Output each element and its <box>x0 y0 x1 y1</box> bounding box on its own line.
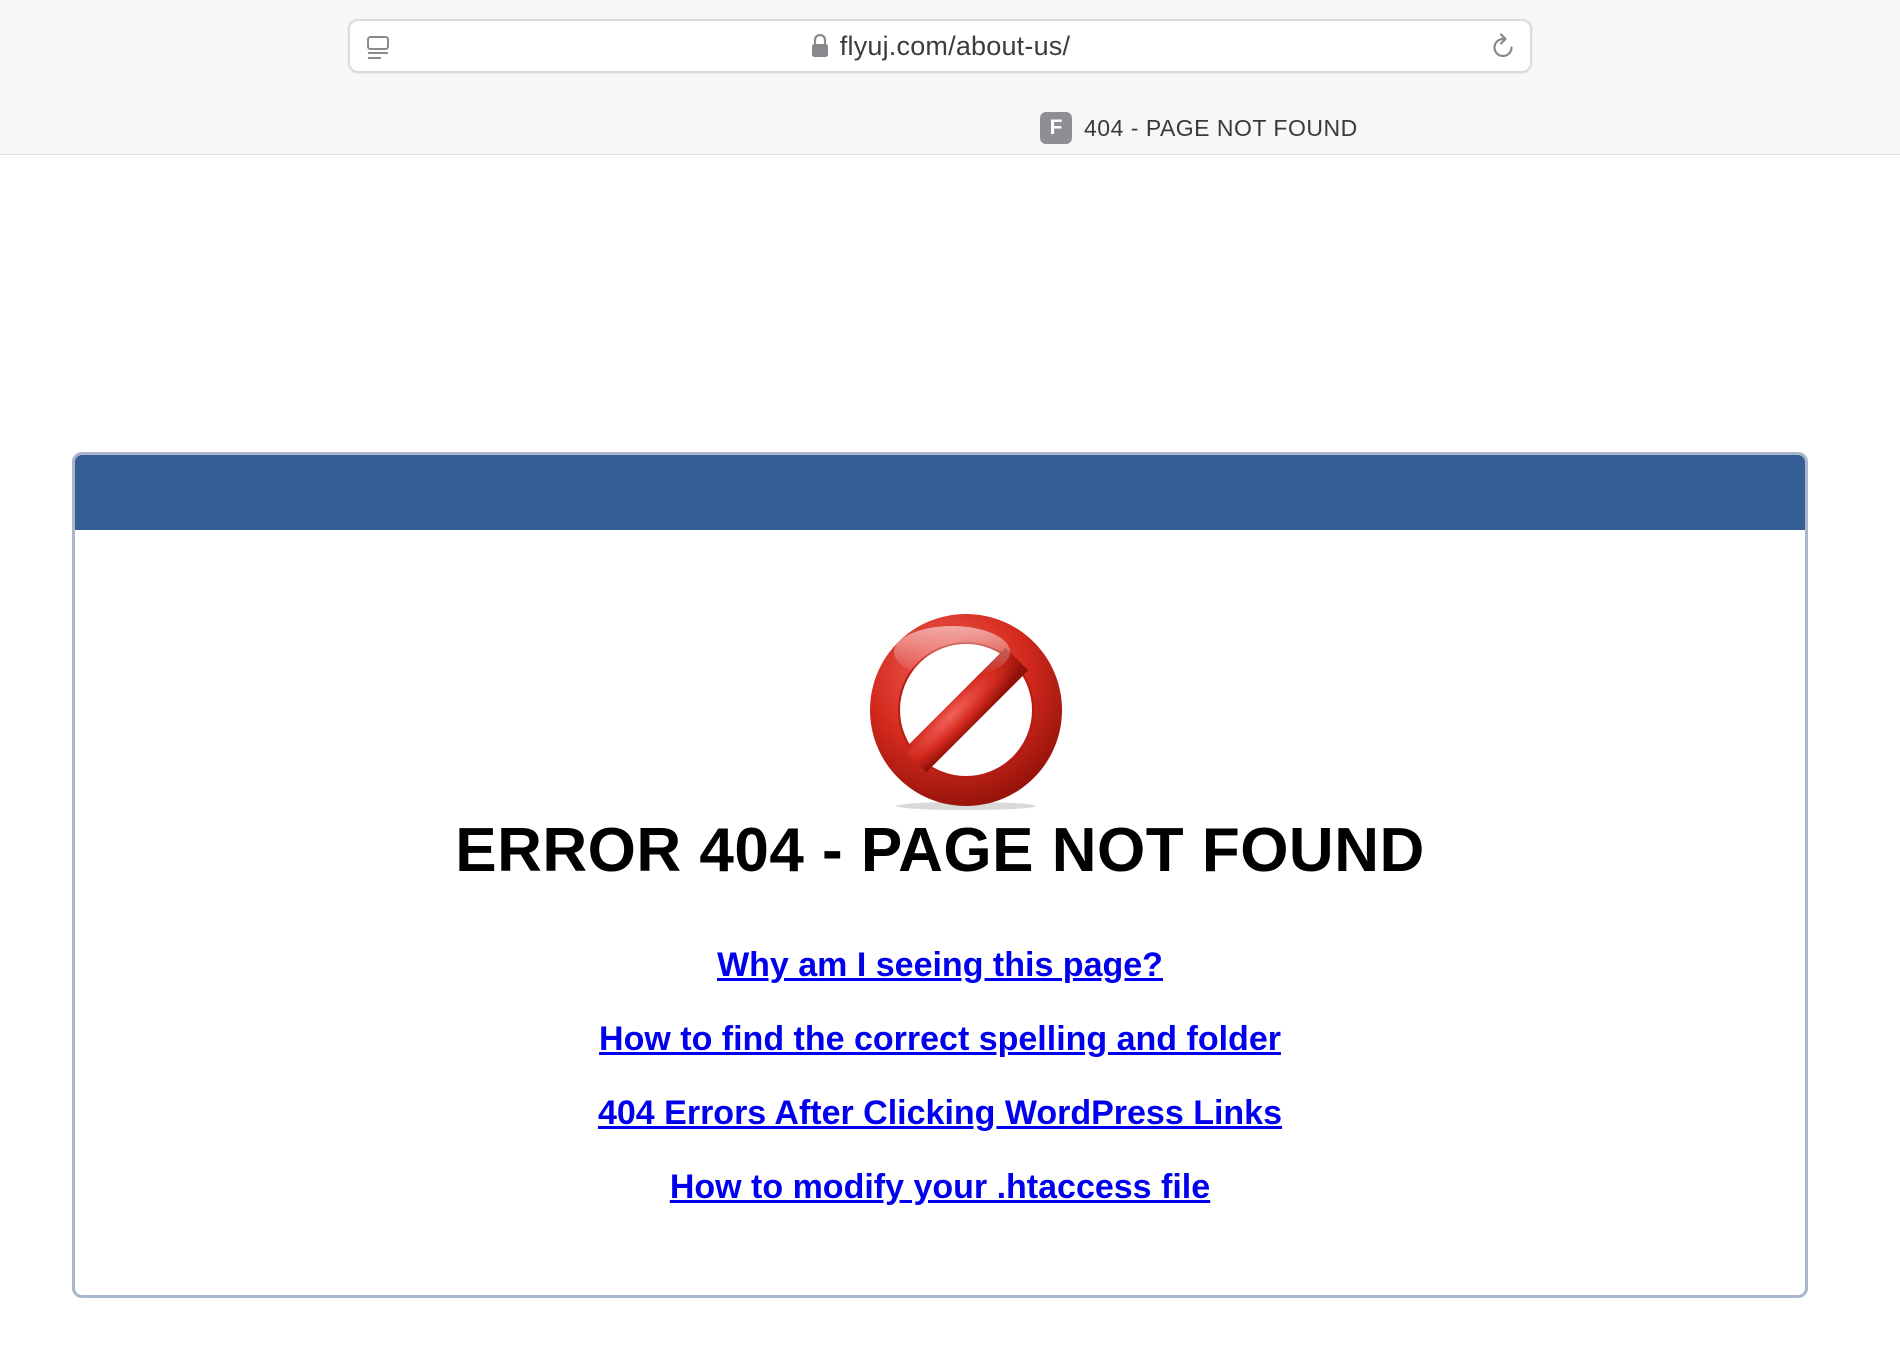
address-bar[interactable]: flyuj.com/about-us/ <box>348 19 1532 73</box>
no-entry-icon <box>870 614 1062 810</box>
error-panel: ERROR 404 - PAGE NOT FOUND Why am I seei… <box>72 452 1808 1298</box>
error-title: ERROR 404 - PAGE NOT FOUND <box>455 816 1425 885</box>
url-text[interactable]: flyuj.com/about-us/ <box>840 31 1070 62</box>
link-wordpress-404-errors[interactable]: 404 Errors After Clicking WordPress Link… <box>75 1093 1805 1133</box>
reload-icon[interactable] <box>1488 32 1518 62</box>
tab-title: 404 - PAGE NOT FOUND <box>1084 114 1358 141</box>
favicon: F <box>1040 112 1072 144</box>
browser-toolbar: flyuj.com/about-us/ F 404 - PAGE NOT FOU… <box>0 0 1900 155</box>
panel-header-bar <box>75 455 1805 530</box>
link-why-seeing-page[interactable]: Why am I seeing this page? <box>75 945 1805 985</box>
link-correct-spelling-folder[interactable]: How to find the correct spelling and fol… <box>75 1019 1805 1059</box>
sidebar-icon[interactable] <box>364 33 392 61</box>
tab-current[interactable]: F 404 - PAGE NOT FOUND <box>1040 112 1358 144</box>
help-links: Why am I seeing this page? How to find t… <box>75 945 1805 1241</box>
lock-icon <box>811 33 828 57</box>
link-modify-htaccess[interactable]: How to modify your .htaccess file <box>75 1167 1805 1207</box>
